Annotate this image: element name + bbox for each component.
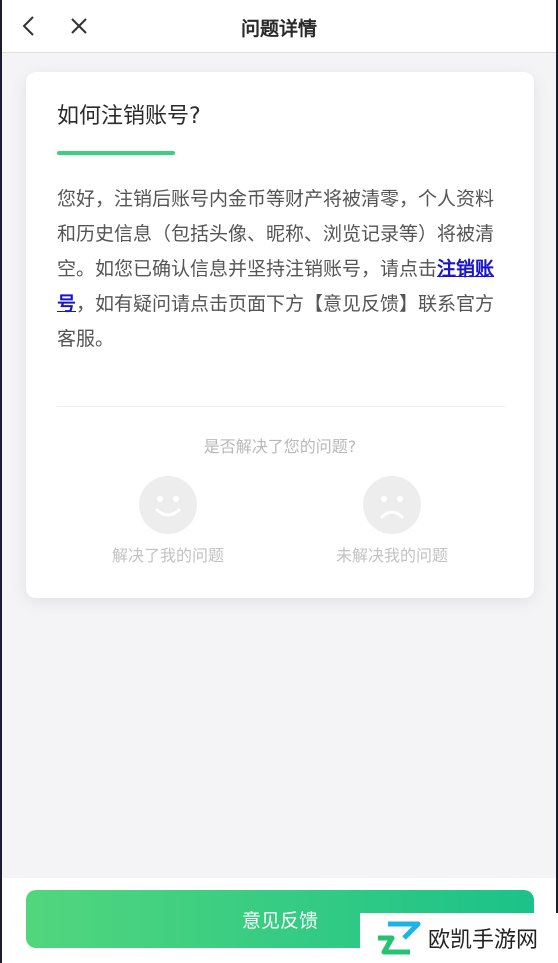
smile-face-icon — [139, 476, 197, 534]
answer-text-before: 您好，注销后账号内金币等财产将被清零，个人资料和历史信息（包括头像、昵称、浏览记… — [57, 188, 495, 280]
unsolved-label: 未解决我的问题 — [335, 546, 448, 565]
sad-face-icon — [363, 476, 421, 534]
answer-text-after: ，如有疑问请点击页面下方【意见反馈】联系官方客服。 — [57, 293, 495, 350]
title-accent-line — [57, 151, 175, 155]
question-title: 如何注销账号? — [57, 104, 201, 129]
site-logo-icon — [378, 921, 421, 955]
unsolved-option[interactable]: 未解决我的问题 — [292, 476, 492, 566]
feedback-prompt: 是否解决了您的问题? — [203, 437, 357, 456]
solved-label: 解决了我的问题 — [111, 546, 224, 565]
page-title: 问题详情 — [240, 18, 317, 40]
watermark-text: 欧凯手游网 — [428, 928, 539, 953]
answer-text: 您好，注销后账号内金币等财产将被清零，个人资料和历史信息（包括头像、昵称、浏览记… — [57, 182, 507, 357]
top-nav-bar: 问题详情 — [2, 0, 556, 53]
watermark: 欧凯手游网 — [360, 913, 558, 963]
question-card: 如何注销账号? 您好，注销后账号内金币等财产将被清零，个人资料和历史信息（包括头… — [26, 72, 534, 598]
divider — [57, 406, 505, 407]
solved-option[interactable]: 解决了我的问题 — [68, 476, 268, 566]
